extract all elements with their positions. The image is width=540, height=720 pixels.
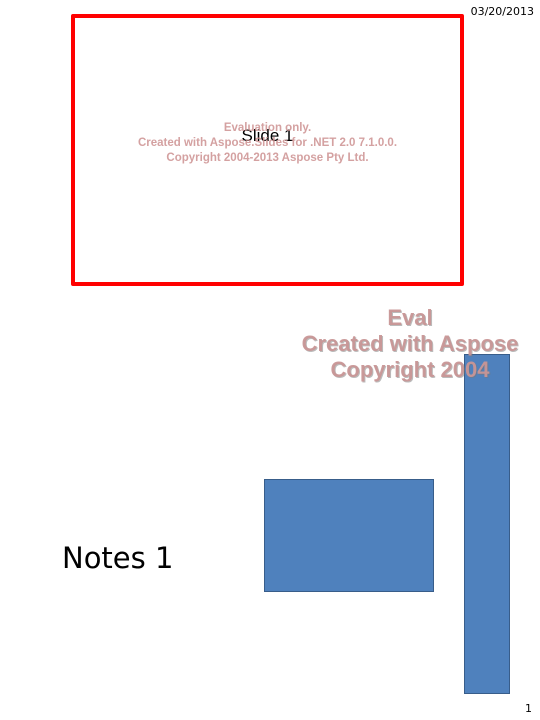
blue-rectangle-shape[interactable] [264, 479, 434, 592]
slide-watermark: Evaluation only. Created with Aspose.Sli… [75, 121, 460, 166]
slide-watermark-line-1: Evaluation only. [223, 122, 312, 134]
slide-watermark-line-3: Copyright 2004-2013 Aspose Pty Ltd. [166, 152, 369, 164]
notes-text[interactable]: Notes 1 [62, 541, 173, 575]
blue-vertical-bar-shape[interactable] [464, 354, 510, 694]
page-watermark-line-3: Copyright 2004 [330, 357, 490, 382]
page-watermark-line-1: Eval [387, 305, 433, 330]
page-number: 1 [525, 702, 532, 715]
page-watermark: Eval Created with Aspose Copyright 2004 [180, 305, 540, 383]
slide-thumbnail[interactable]: Slide 1 Evaluation only. Created with As… [71, 14, 464, 286]
slide-watermark-line-2: Created with Aspose.Slides for .NET 2.0 … [137, 137, 398, 149]
notes-page: 03/20/2013 Slide 1 Evaluation only. Crea… [0, 0, 540, 720]
header-date: 03/20/2013 [470, 5, 534, 18]
page-watermark-line-2: Created with Aspose [301, 331, 519, 356]
